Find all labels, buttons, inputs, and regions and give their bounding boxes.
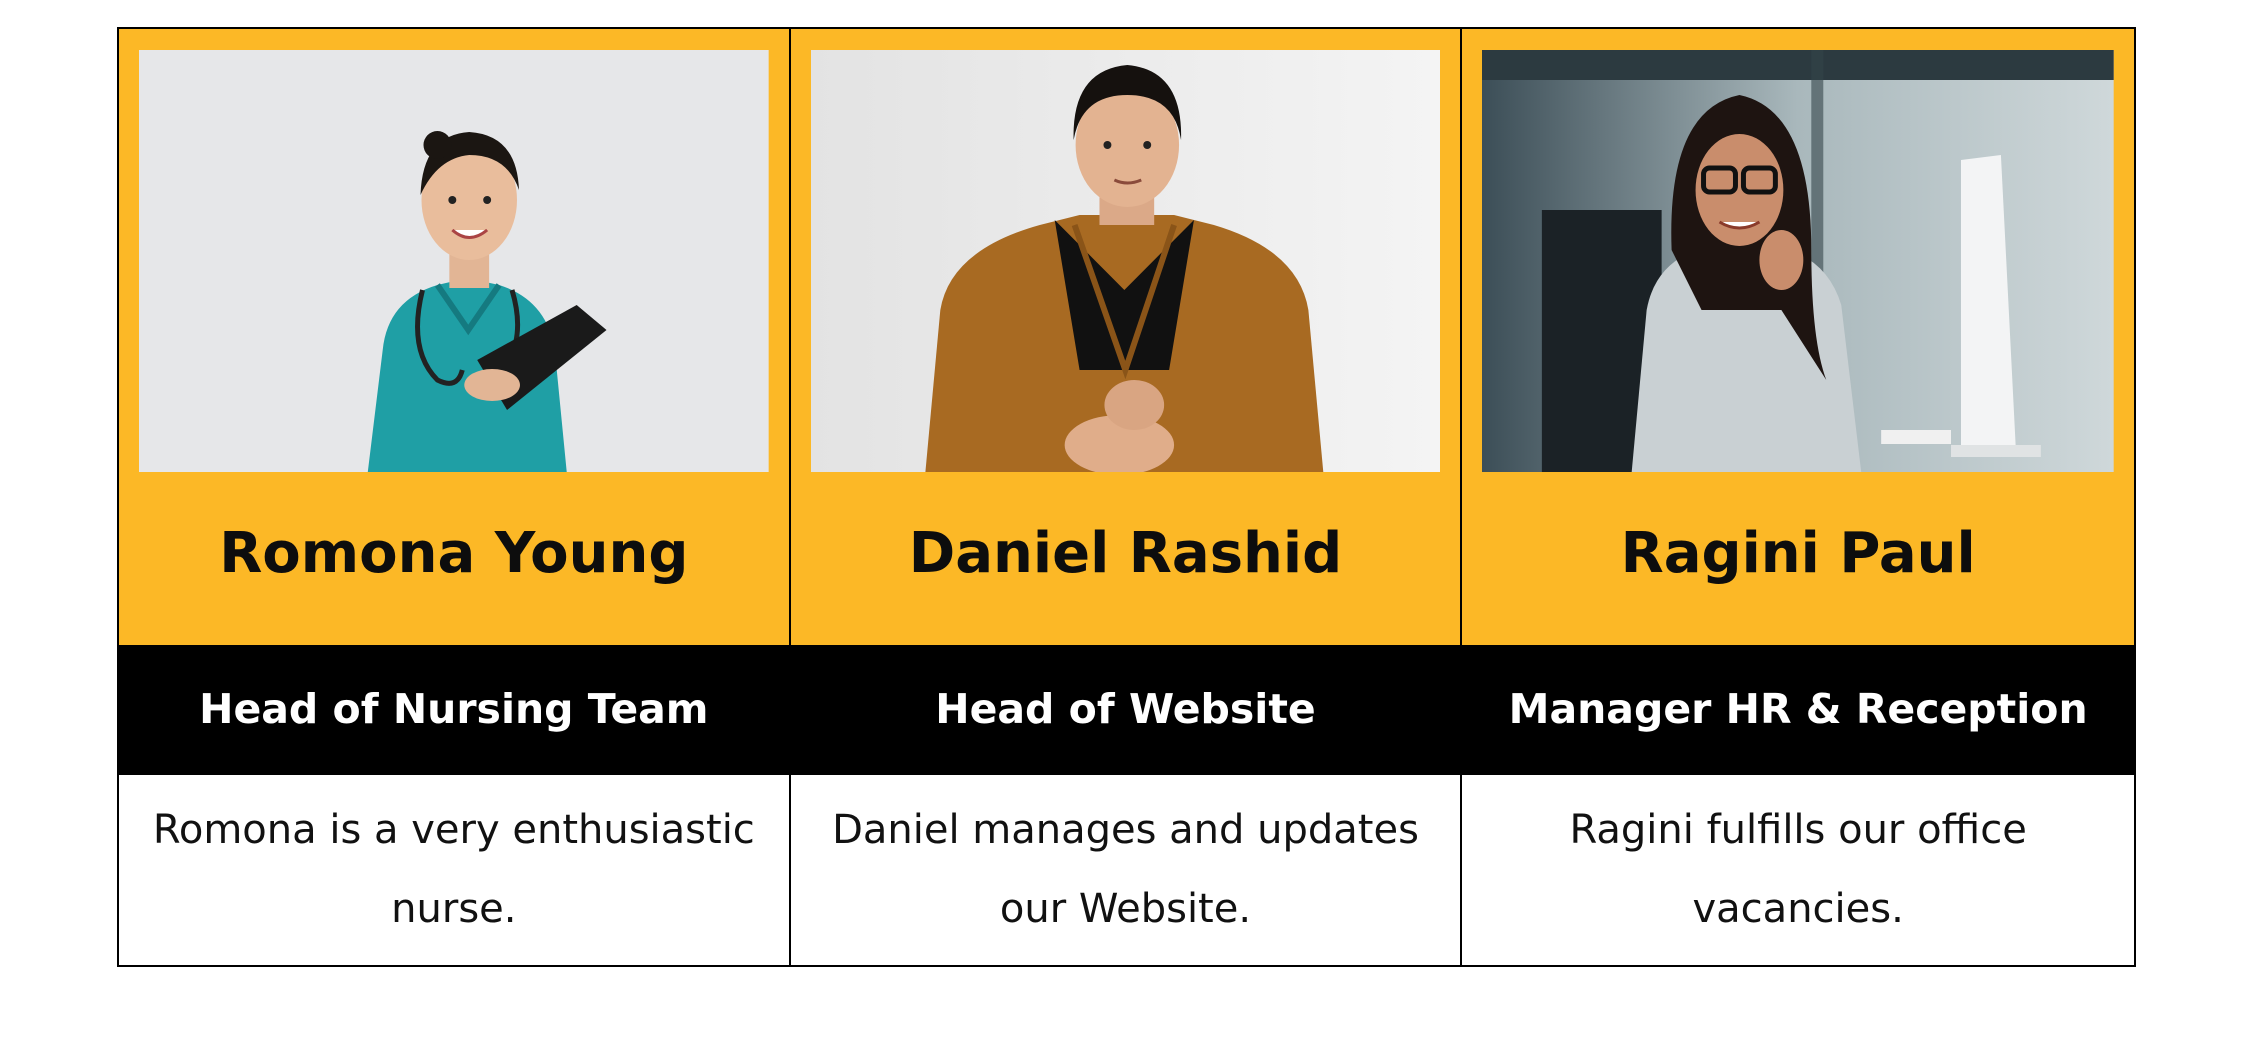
photo-area: Ragini Paul	[1462, 29, 2134, 645]
team-table: Romona Young Head of Nursing Team Romona…	[117, 27, 2136, 967]
nurse-portrait-icon	[139, 50, 769, 472]
member-role: Manager HR & Reception	[1462, 645, 2134, 773]
member-name: Daniel Rashid	[908, 521, 1343, 586]
member-role: Head of Nursing Team	[119, 645, 789, 773]
member-name: Romona Young	[219, 521, 689, 586]
member-card-ragini: Ragini Paul Manager HR & Reception Ragin…	[1462, 29, 2134, 965]
man-portrait-icon	[810, 50, 1441, 472]
member-description: Ragini fulfills our office vacancies.	[1462, 773, 2134, 965]
member-description: Daniel manages and updates our Website.	[790, 773, 1461, 965]
photo-area: Romona Young	[119, 29, 789, 645]
photo-area: Daniel Rashid	[790, 29, 1461, 645]
member-name: Ragini Paul	[1620, 521, 1976, 586]
member-role: Head of Website	[790, 645, 1461, 773]
member-card-romona: Romona Young Head of Nursing Team Romona…	[119, 29, 791, 965]
woman-office-portrait-icon	[1482, 50, 2114, 472]
member-card-daniel: Daniel Rashid Head of Website Daniel man…	[790, 29, 1463, 965]
member-description: Romona is a very enthusiastic nurse.	[119, 773, 789, 965]
